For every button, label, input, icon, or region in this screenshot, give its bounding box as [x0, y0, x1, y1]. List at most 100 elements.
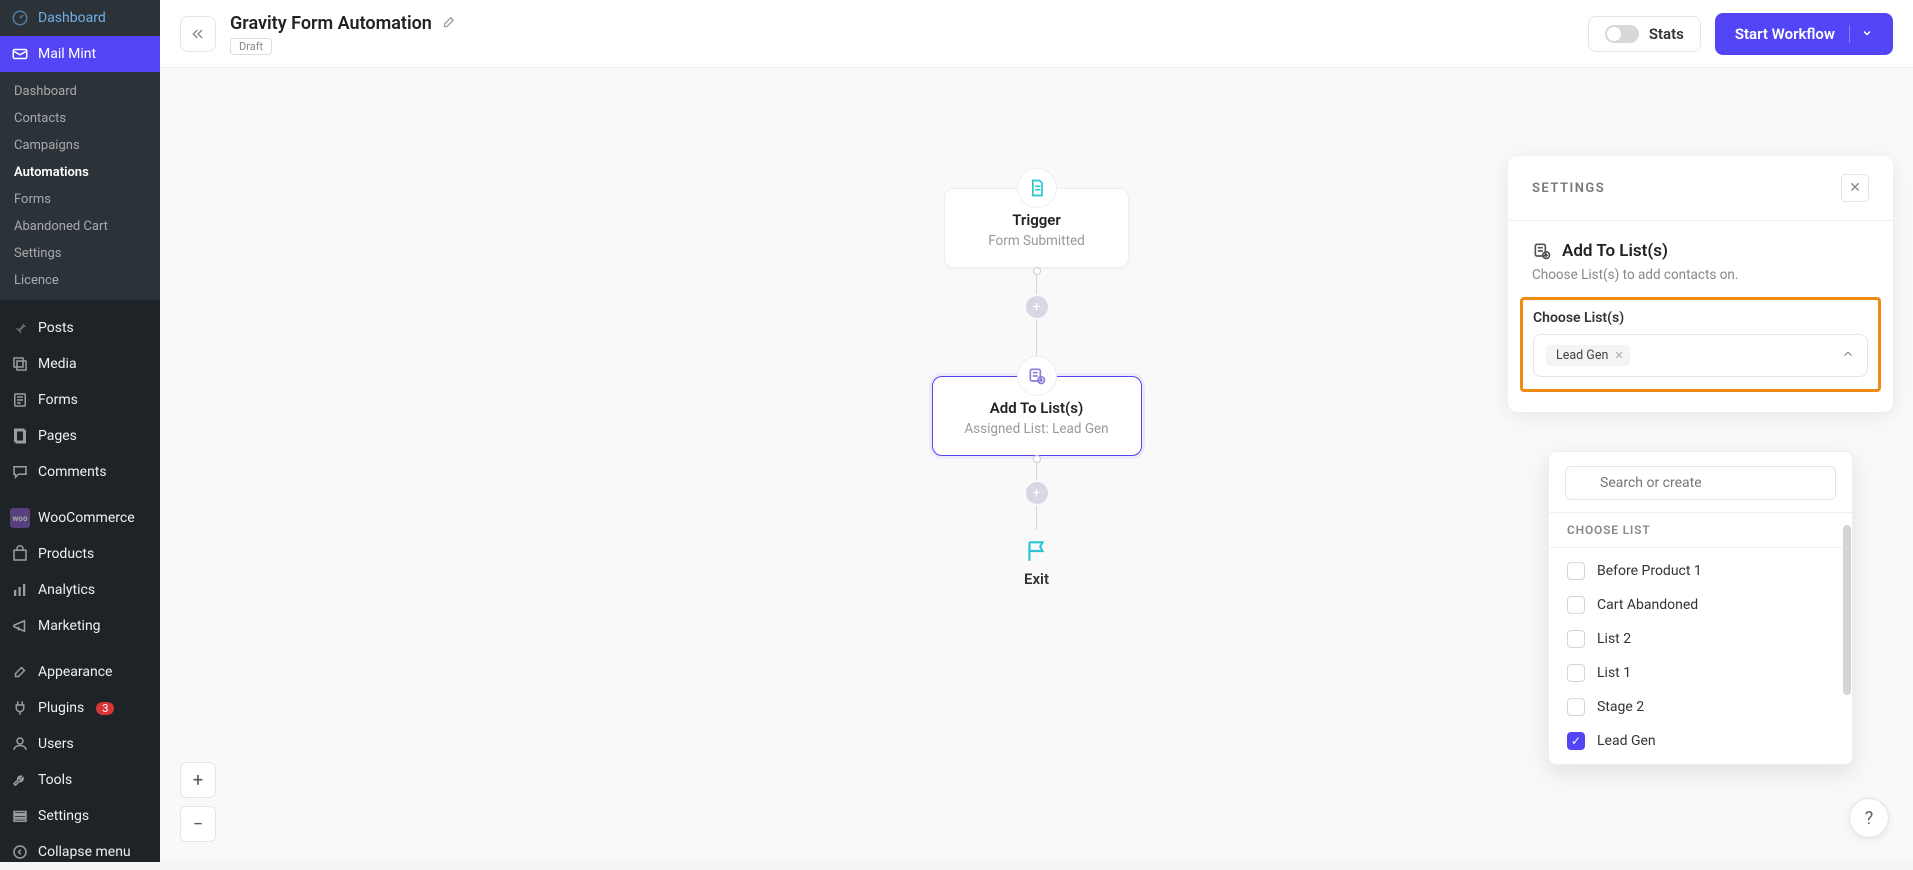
chip-label: Lead Gen [1556, 348, 1608, 363]
list-select[interactable]: Lead Gen ✕ [1533, 334, 1868, 377]
sidebar-item-comments[interactable]: Comments [0, 454, 160, 490]
chevron-double-left-icon [190, 26, 206, 42]
zoom-in-button[interactable]: + [180, 762, 216, 798]
option-label: Cart Abandoned [1597, 597, 1698, 613]
list-add-icon [1027, 366, 1047, 386]
panel-collapse-button[interactable] [180, 16, 216, 52]
stats-label: Stats [1649, 25, 1684, 43]
collapse-icon [10, 842, 30, 862]
sidebar-subitem[interactable]: Licence [0, 267, 160, 294]
list-dropdown: CHOOSE LIST Before Product 1 Cart Abando… [1548, 451, 1853, 765]
sidebar-item-label: Settings [38, 808, 89, 824]
checkbox-icon [1567, 630, 1585, 648]
sidebar-item-label: Analytics [38, 582, 95, 598]
toggle-switch-icon [1605, 25, 1639, 43]
chevron-up-icon [1841, 346, 1855, 365]
sidebar-item-posts[interactable]: Posts [0, 310, 160, 346]
close-panel-button[interactable]: ✕ [1841, 174, 1869, 202]
settings-title: SETTINGS [1532, 181, 1605, 196]
sidebar-subitem[interactable]: Dashboard [0, 78, 160, 105]
woo-icon: woo [10, 508, 30, 528]
sidebar-subitem[interactable]: Campaigns [0, 132, 160, 159]
setting-step-sub: Choose List(s) to add contacts on. [1532, 267, 1869, 283]
gauge-icon [10, 8, 30, 28]
plugin-update-badge: 3 [96, 702, 114, 715]
scrollbar-thumb[interactable] [1843, 525, 1851, 695]
node-title: Add To List(s) [963, 399, 1111, 417]
sidebar-item-media[interactable]: Media [0, 346, 160, 382]
sidebar-item-marketing[interactable]: Marketing [0, 608, 160, 644]
sidebar-subitem[interactable]: Settings [0, 240, 160, 267]
sidebar-item-forms[interactable]: Forms [0, 382, 160, 418]
sidebar-item-label: Media [38, 356, 77, 372]
edit-title-button[interactable] [442, 14, 457, 33]
chip-remove-button[interactable]: ✕ [1614, 349, 1623, 362]
admin-sidebar: Dashboard Mail Mint Dashboard Contacts C… [0, 0, 160, 862]
zoom-out-button[interactable]: − [180, 806, 216, 842]
media-icon [10, 354, 30, 374]
start-dropdown-button[interactable] [1849, 25, 1873, 43]
add-step-button[interactable]: + [1026, 296, 1048, 318]
workflow-canvas[interactable]: Trigger Form Submitted + Add To List(s) … [160, 68, 1913, 862]
option-label: List 1 [1597, 665, 1631, 681]
sidebar-subitem-active[interactable]: Automations [0, 159, 160, 186]
field-label: Choose List(s) [1533, 310, 1868, 326]
sidebar-item-settings[interactable]: Settings [0, 798, 160, 834]
sidebar-item-label: Pages [38, 428, 77, 444]
sidebar-item-tools[interactable]: Tools [0, 762, 160, 798]
sidebar-item-dashboard[interactable]: Dashboard [0, 0, 160, 36]
sidebar-item-plugins[interactable]: Plugins 3 [0, 690, 160, 726]
sidebar-item-analytics[interactable]: Analytics [0, 572, 160, 608]
sidebar-item-label: Appearance [38, 664, 112, 680]
pin-icon [10, 318, 30, 338]
wrench-icon [10, 770, 30, 790]
search-input[interactable] [1565, 466, 1836, 500]
option-row[interactable]: Before Product 1 [1549, 554, 1852, 588]
sidebar-item-label: Tools [38, 772, 72, 788]
sidebar-subitem[interactable]: Forms [0, 186, 160, 213]
forms-icon [10, 390, 30, 410]
help-button[interactable]: ? [1849, 798, 1889, 838]
sidebar-item-mail-mint[interactable]: Mail Mint [0, 36, 160, 72]
option-row[interactable]: ✓Lead Gen [1549, 724, 1852, 758]
trigger-node-icon [1017, 168, 1057, 208]
main-area: Gravity Form Automation Draft Stats Star… [160, 0, 1913, 862]
option-row[interactable]: List 1 [1549, 656, 1852, 690]
node-title: Trigger [975, 211, 1098, 229]
sidebar-item-woocommerce[interactable]: wooWooCommerce [0, 500, 160, 536]
stats-toggle[interactable]: Stats [1588, 16, 1701, 52]
option-row[interactable]: List 2 [1549, 622, 1852, 656]
zoom-controls: + − [180, 762, 216, 842]
document-icon [1027, 178, 1047, 198]
connector-line [1036, 320, 1038, 356]
settings-body: Add To List(s) Choose List(s) to add con… [1508, 221, 1893, 412]
sidebar-subitem[interactable]: Abandoned Cart [0, 213, 160, 240]
sidebar-item-label: Products [38, 546, 94, 562]
sidebar-item-label: Dashboard [38, 10, 106, 26]
pencil-icon [442, 14, 457, 29]
option-label: Stage 2 [1597, 699, 1644, 715]
sidebar-item-label: Mail Mint [38, 46, 96, 62]
sidebar-item-products[interactable]: Products [0, 536, 160, 572]
sidebar-item-label: Users [38, 736, 74, 752]
checkbox-icon [1567, 596, 1585, 614]
sidebar-item-users[interactable]: Users [0, 726, 160, 762]
dropdown-section-label: CHOOSE LIST [1549, 512, 1852, 548]
setting-step-title: Add To List(s) [1532, 241, 1869, 261]
option-row[interactable]: Cart Abandoned [1549, 588, 1852, 622]
sidebar-item-appearance[interactable]: Appearance [0, 654, 160, 690]
title-block: Gravity Form Automation Draft [230, 13, 457, 55]
sidebar-item-label: Plugins [38, 700, 84, 716]
comment-icon [10, 462, 30, 482]
sidebar-item-collapse[interactable]: Collapse menu [0, 834, 160, 870]
checkbox-icon [1567, 562, 1585, 580]
add-step-button[interactable]: + [1026, 482, 1048, 504]
sidebar-item-pages[interactable]: Pages [0, 418, 160, 454]
option-row[interactable]: Stage 2 [1549, 690, 1852, 724]
start-workflow-button[interactable]: Start Workflow [1715, 13, 1893, 55]
sidebar-subitem[interactable]: Contacts [0, 105, 160, 132]
page-icon [10, 426, 30, 446]
option-list: Before Product 1 Cart Abandoned List 2 L… [1549, 548, 1852, 764]
sidebar-item-label: Forms [38, 392, 78, 408]
product-icon [10, 544, 30, 564]
